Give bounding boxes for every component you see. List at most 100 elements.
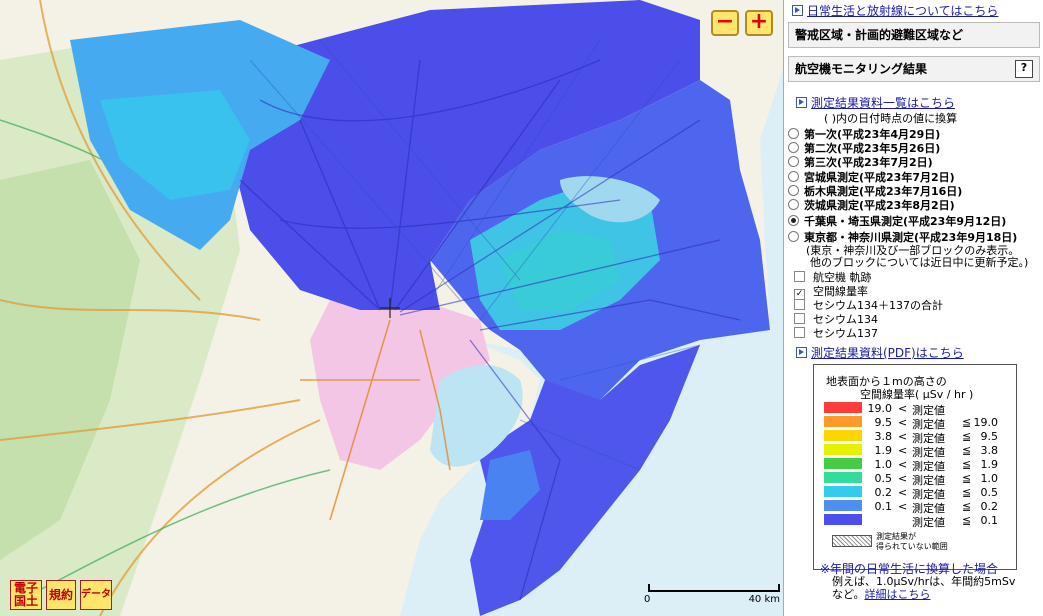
- legend-swatch: [824, 472, 862, 483]
- map-view[interactable]: − + 電子 国土 規約 データ 0 40 km: [0, 0, 783, 616]
- survey-option[interactable]: 千葉県・埼玉県測定(平成23年9月12日): [788, 213, 1007, 228]
- arrow-icon: [792, 5, 803, 16]
- legend-upper-operator: ≦: [962, 486, 972, 499]
- legend-lower-operator: <: [898, 444, 908, 457]
- legend-swatch: [824, 486, 862, 497]
- radio-button[interactable]: [788, 156, 799, 167]
- legend-lower-value: 1.9: [874, 444, 893, 457]
- no-data-label-2: 得られていない範囲: [876, 542, 948, 551]
- radio-button[interactable]: [788, 142, 799, 153]
- denshi-kokudo-button[interactable]: 電子 国土: [10, 580, 42, 610]
- legend-upper-value: 9.5: [980, 430, 999, 443]
- legend-upper-value: 0.5: [980, 486, 999, 499]
- radio-button[interactable]: [788, 215, 799, 226]
- survey-option[interactable]: 栃木県測定(平成23年7月16日): [788, 183, 962, 198]
- details-link[interactable]: 詳細はこちら: [864, 588, 930, 601]
- radio-button[interactable]: [788, 171, 799, 182]
- dose-rate-legend: 地表面から１mの高さの 空間線量率( μSv / hr ) 19.0 < 測定値 9.…: [813, 364, 1017, 570]
- legend-lower-value: 3.8: [874, 430, 893, 443]
- layer-option[interactable]: セシウム134＋137の合計: [794, 297, 943, 312]
- data-button[interactable]: データ: [80, 580, 112, 610]
- legend-upper-operator: ≦: [962, 500, 972, 513]
- radio-button[interactable]: [788, 185, 799, 196]
- legend-swatch: [824, 416, 862, 427]
- pdf-link-row[interactable]: 測定結果資料(PDF)はこちら: [788, 344, 964, 361]
- map-canvas[interactable]: [0, 0, 783, 616]
- daily-life-radiation-link[interactable]: 日常生活と放射線についてはこちら: [807, 4, 998, 18]
- results-list-link[interactable]: 測定結果資料一覧はこちら: [811, 96, 955, 110]
- radio-button[interactable]: [788, 128, 799, 139]
- survey-option[interactable]: 第二次(平成23年5月26日): [788, 140, 940, 155]
- conversion-note: ( )内の日付時点の値に換算: [824, 112, 958, 125]
- survey-option[interactable]: 第三次(平成23年7月2日): [788, 154, 933, 169]
- survey-option[interactable]: 第一次(平成23年4月29日): [788, 126, 940, 141]
- radio-button[interactable]: [788, 199, 799, 210]
- legend-measured-label: 測定値: [912, 516, 945, 529]
- scale-bar-line: [648, 584, 780, 592]
- legend-upper-value: 3.8: [980, 444, 999, 457]
- side-panel: 日常生活と放射線についてはこちら 警戒区域・計画的避難区域など 航空機モニタリン…: [783, 0, 1043, 616]
- legend-upper-value: 0.1: [980, 514, 999, 527]
- legend-upper-operator: ≦: [962, 514, 972, 527]
- no-data-swatch: [832, 535, 872, 547]
- checkbox[interactable]: [794, 299, 805, 310]
- survey-option[interactable]: 茨城県測定(平成23年8月2日): [788, 197, 955, 212]
- checkbox[interactable]: [794, 313, 805, 324]
- restricted-areas-header[interactable]: 警戒区域・計画的避難区域など: [788, 22, 1040, 48]
- footer-text: など。: [832, 588, 865, 601]
- legend-upper-operator: ≦: [962, 444, 972, 457]
- legend-lower-operator: <: [898, 416, 908, 429]
- checkbox[interactable]: [794, 271, 805, 282]
- arrow-icon: [796, 97, 807, 108]
- legend-lower-value: 0.5: [874, 472, 893, 485]
- legend-lower-operator: <: [898, 472, 908, 485]
- arrow-icon: [796, 347, 807, 358]
- legend-upper-value: 19.0: [973, 416, 999, 429]
- legend-upper-operator: ≦: [962, 430, 972, 443]
- survey-option-label: 千葉県・埼玉県測定(平成23年9月12日): [804, 215, 1007, 228]
- legend-swatch: [824, 444, 862, 455]
- help-icon[interactable]: ?: [1015, 60, 1033, 78]
- legend-swatch: [824, 514, 862, 525]
- checkbox[interactable]: [794, 327, 805, 338]
- legend-upper-operator: ≦: [962, 472, 972, 485]
- radio-button[interactable]: [788, 231, 799, 242]
- survey-option-label: 第三次(平成23年7月2日): [804, 156, 933, 169]
- legend-lower-operator: <: [898, 500, 908, 513]
- legend-lower-value: 0.2: [874, 486, 893, 499]
- footer-line-3: など。詳細はこちら: [832, 586, 930, 602]
- legend-swatch: [824, 402, 862, 413]
- legend-lower-operator: <: [898, 458, 908, 471]
- legend-lower-value: 9.5: [874, 416, 893, 429]
- legend-swatch: [824, 430, 862, 441]
- daily-life-link-row[interactable]: 日常生活と放射線についてはこちら: [784, 2, 998, 19]
- scale-end-label: 40 km: [748, 594, 780, 605]
- legend-lower-operator: <: [898, 486, 908, 499]
- results-list-link-row[interactable]: 測定結果資料一覧はこちら: [788, 94, 955, 111]
- layer-option[interactable]: ✓ 空間線量率: [794, 283, 868, 300]
- legend-upper-value: 0.2: [980, 500, 999, 513]
- legend-upper-operator: ≦: [962, 416, 972, 429]
- legend-upper-value: 1.9: [980, 458, 999, 471]
- scale-start-label: 0: [644, 594, 651, 605]
- survey-note-2: 他のブロックについては近日中に更新予定。): [810, 256, 1029, 269]
- survey-option[interactable]: 宮城県測定(平成23年7月2日): [788, 169, 955, 184]
- layer-option[interactable]: セシウム137: [794, 325, 878, 340]
- survey-option[interactable]: 東京都・神奈川県測定(平成23年9月18日): [788, 229, 1017, 244]
- layer-option[interactable]: セシウム134: [794, 311, 878, 326]
- layer-option-label: セシウム137: [813, 327, 878, 340]
- legend-lower-operator: <: [898, 430, 908, 443]
- legend-lower-value: 1.0: [874, 458, 893, 471]
- legend-lower-value: 0.1: [874, 500, 893, 513]
- terms-button[interactable]: 規約: [46, 580, 76, 610]
- zoom-out-button[interactable]: −: [711, 10, 739, 36]
- legend-upper-value: 1.0: [980, 472, 999, 485]
- legend-lower-value: 19.0: [867, 402, 893, 415]
- results-pdf-link[interactable]: 測定結果資料(PDF)はこちら: [811, 346, 964, 360]
- scale-bar: 0 40 km: [640, 584, 780, 606]
- zoom-in-button[interactable]: +: [745, 10, 773, 36]
- legend-lower-operator: <: [898, 402, 908, 415]
- legend-upper-operator: ≦: [962, 458, 972, 471]
- aircraft-monitoring-header: 航空機モニタリング結果 ?: [788, 56, 1040, 82]
- layer-option[interactable]: 航空機 軌跡: [794, 269, 872, 284]
